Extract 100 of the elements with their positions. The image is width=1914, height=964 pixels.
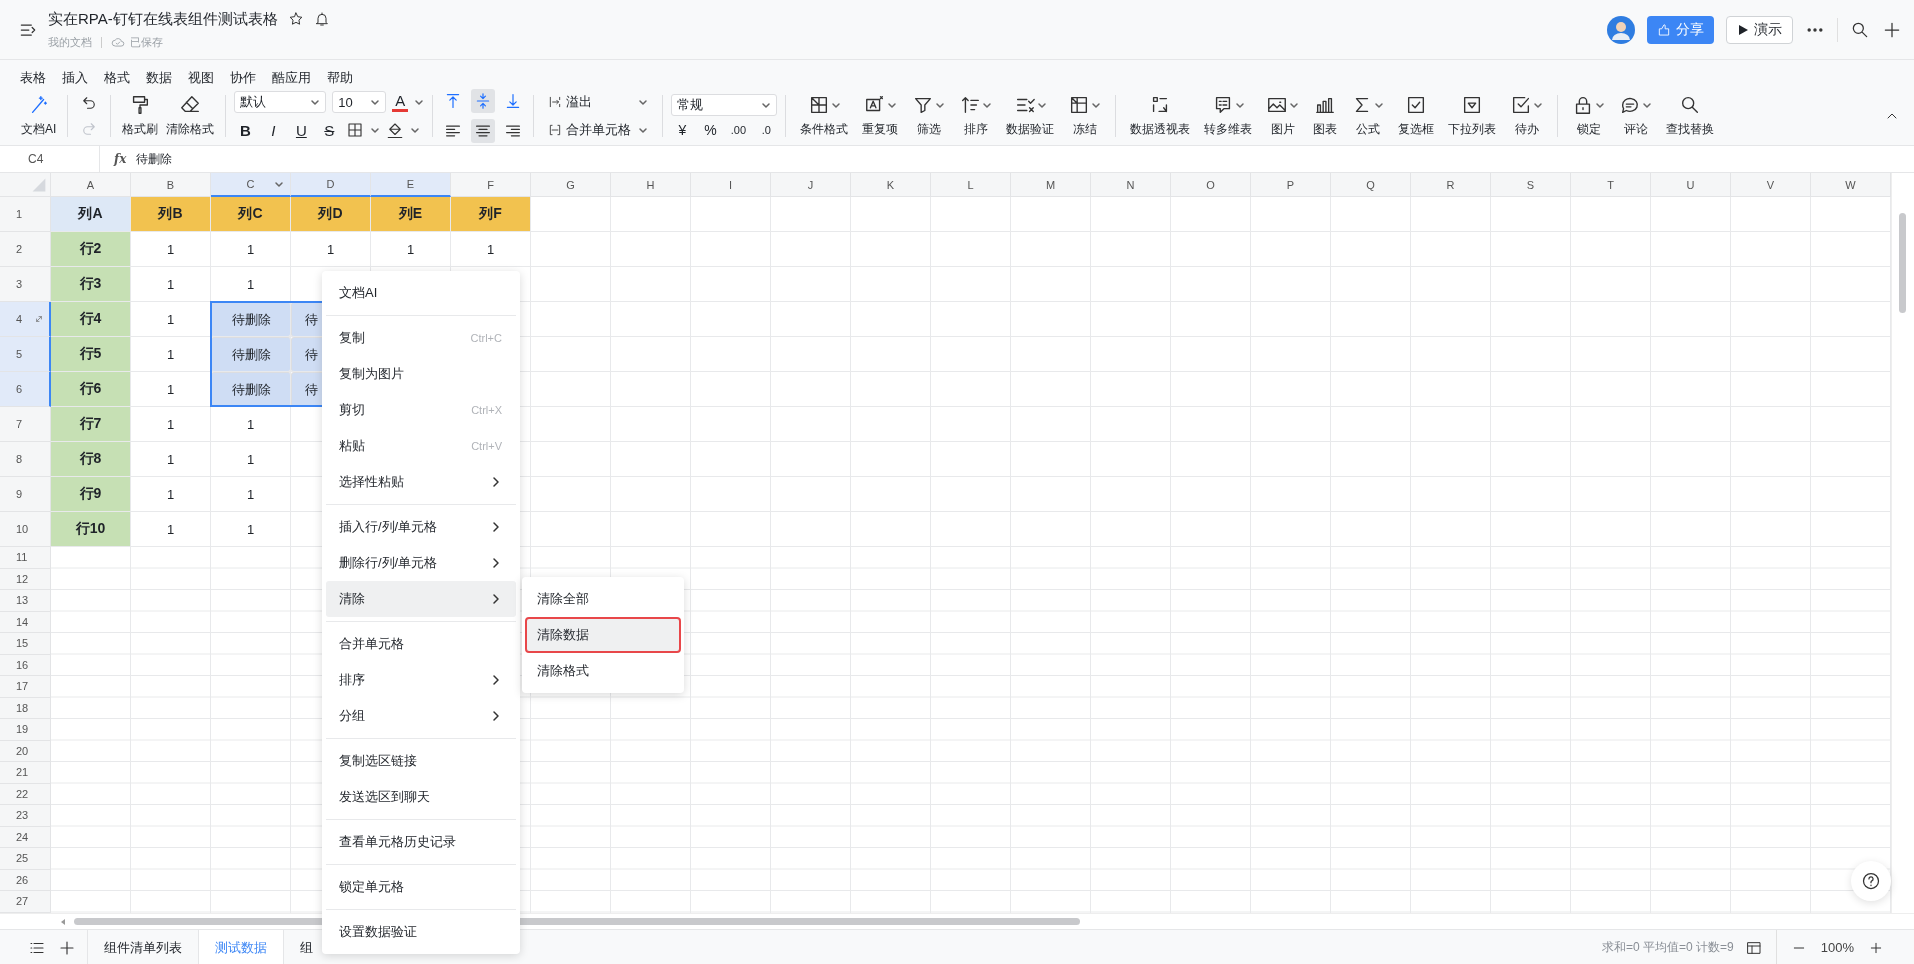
column-header[interactable]: Q xyxy=(1331,173,1411,197)
column-header[interactable]: D xyxy=(291,173,371,197)
menu-item[interactable]: 清除全部 xyxy=(525,581,681,617)
menu-item[interactable]: 设置数据验证 xyxy=(326,914,516,950)
help-button[interactable] xyxy=(1851,861,1891,901)
menu-item[interactable]: 协作 xyxy=(228,69,258,87)
column-header[interactable]: P xyxy=(1251,173,1331,197)
table-cell[interactable]: 1 xyxy=(211,407,291,442)
toolbar-button[interactable]: 查找替换 xyxy=(1660,92,1721,140)
column-header[interactable]: K xyxy=(851,173,931,197)
menu-item[interactable]: 复制 Ctrl+C xyxy=(326,320,516,356)
currency-button[interactable]: ¥ xyxy=(671,122,694,138)
column-header[interactable]: G xyxy=(531,173,611,197)
font-name-select[interactable]: 默认 xyxy=(234,91,327,113)
bell-icon[interactable] xyxy=(313,11,330,27)
table-cell[interactable]: 行3 xyxy=(51,267,131,302)
strikethrough-button[interactable]: S xyxy=(318,119,341,141)
table-cell[interactable]: 列F xyxy=(451,197,531,232)
format-painter-button[interactable]: 格式刷 xyxy=(119,92,162,140)
row-header[interactable]: 10 xyxy=(0,512,51,547)
table-cell[interactable]: 1 xyxy=(291,232,371,267)
font-size-select[interactable]: 10 xyxy=(332,91,387,113)
row-header[interactable]: 23 xyxy=(0,805,51,827)
row-header[interactable]: 9 xyxy=(0,477,51,512)
table-cell[interactable]: 1 xyxy=(211,477,291,512)
toolbar-button[interactable]: 数据透视表 xyxy=(1124,92,1197,140)
caret-icon[interactable] xyxy=(410,125,421,135)
menu-item[interactable]: 排序 xyxy=(326,662,516,698)
table-cell[interactable]: 列B xyxy=(131,197,211,232)
row-header[interactable]: 17 xyxy=(0,676,51,698)
star-icon[interactable] xyxy=(287,11,304,27)
table-cell[interactable]: 1 xyxy=(211,232,291,267)
menu-item[interactable]: 数据 xyxy=(144,69,174,87)
row-header[interactable]: 12 xyxy=(0,568,51,590)
table-cell[interactable]: 行4 xyxy=(51,302,131,337)
align-center-icon[interactable] xyxy=(471,119,496,143)
table-cell[interactable]: 行8 xyxy=(51,442,131,477)
menu-item[interactable]: 复制选区链接 xyxy=(326,743,516,779)
menu-item[interactable]: 文档AI xyxy=(326,275,516,311)
table-cell[interactable]: 列E xyxy=(371,197,451,232)
row-header[interactable]: 25 xyxy=(0,848,51,870)
table-cell[interactable]: 待删除 xyxy=(211,372,291,407)
present-button[interactable]: 演示 xyxy=(1726,15,1793,44)
table-cell[interactable]: 行2 xyxy=(51,232,131,267)
column-header[interactable]: L xyxy=(931,173,1011,197)
table-cell[interactable]: 1 xyxy=(131,232,211,267)
table-cell[interactable]: 列A xyxy=(51,197,131,232)
row-header[interactable]: 13 xyxy=(0,590,51,612)
menu-item[interactable]: 插入行/列/单元格 xyxy=(326,509,516,545)
row-header[interactable]: 11 xyxy=(0,547,51,569)
menu-item[interactable]: 剪切 Ctrl+X xyxy=(326,392,516,428)
menu-item[interactable]: 删除行/列/单元格 xyxy=(326,545,516,581)
row-header[interactable]: 14 xyxy=(0,611,51,633)
merge-cells-select[interactable]: 合并单元格 xyxy=(542,119,655,141)
table-cell[interactable]: 1 xyxy=(371,232,451,267)
row-header[interactable]: 20 xyxy=(0,740,51,762)
row-header[interactable]: 26 xyxy=(0,869,51,891)
column-header[interactable]: C xyxy=(211,173,291,197)
toolbar-button[interactable]: 锁定 xyxy=(1566,92,1612,140)
align-middle-icon[interactable] xyxy=(471,89,496,113)
toolbar-button[interactable]: 公式 xyxy=(1345,92,1391,140)
toolbar-button[interactable]: 冻结 xyxy=(1062,92,1108,140)
column-header[interactable]: O xyxy=(1171,173,1251,197)
toolbar-button[interactable]: 筛选 xyxy=(906,92,952,140)
column-header[interactable]: U xyxy=(1651,173,1731,197)
table-cell[interactable]: 1 xyxy=(131,337,211,372)
table-cell[interactable]: 1 xyxy=(131,442,211,477)
menu-item[interactable]: 视图 xyxy=(186,69,216,87)
table-cell[interactable]: 行9 xyxy=(51,477,131,512)
share-button[interactable]: 分享 xyxy=(1647,15,1714,44)
row-header[interactable]: 1 xyxy=(0,197,51,232)
table-cell[interactable]: 行5 xyxy=(51,337,131,372)
caret-icon[interactable] xyxy=(414,97,425,107)
number-format-select[interactable]: 常规 xyxy=(671,94,778,116)
row-header[interactable]: 22 xyxy=(0,783,51,805)
table-cell[interactable]: 行10 xyxy=(51,512,131,547)
row-header[interactable]: 21 xyxy=(0,762,51,784)
toolbar-button[interactable]: 转多维表 xyxy=(1198,92,1259,140)
table-cell[interactable]: 1 xyxy=(131,267,211,302)
menu-item[interactable]: 清除 xyxy=(326,581,516,617)
toolbar-button[interactable]: 条件格式 xyxy=(794,92,855,140)
column-header[interactable]: I xyxy=(691,173,771,197)
toolbar-button[interactable]: 下拉列表 xyxy=(1442,92,1503,140)
sheet-tab[interactable]: 测试数据 xyxy=(198,930,283,964)
layout-icon[interactable] xyxy=(1745,939,1762,956)
menu-item[interactable]: 分组 xyxy=(326,698,516,734)
row-header[interactable]: 5 xyxy=(0,337,51,372)
menu-item[interactable]: 锁定单元格 xyxy=(326,869,516,905)
table-cell[interactable]: 1 xyxy=(211,267,291,302)
decrease-decimal-button[interactable]: .0 xyxy=(755,124,778,136)
column-header[interactable]: N xyxy=(1091,173,1171,197)
caret-icon[interactable] xyxy=(274,179,284,189)
menu-item[interactable]: 清除数据 xyxy=(525,617,681,653)
table-cell[interactable]: 行7 xyxy=(51,407,131,442)
ai-button[interactable]: 文档AI xyxy=(18,92,60,140)
column-header[interactable]: M xyxy=(1011,173,1091,197)
row-header[interactable]: 6 xyxy=(0,372,51,407)
table-cell[interactable]: 1 xyxy=(131,512,211,547)
table-cell[interactable]: 1 xyxy=(131,302,211,337)
expand-icon[interactable] xyxy=(35,315,43,323)
